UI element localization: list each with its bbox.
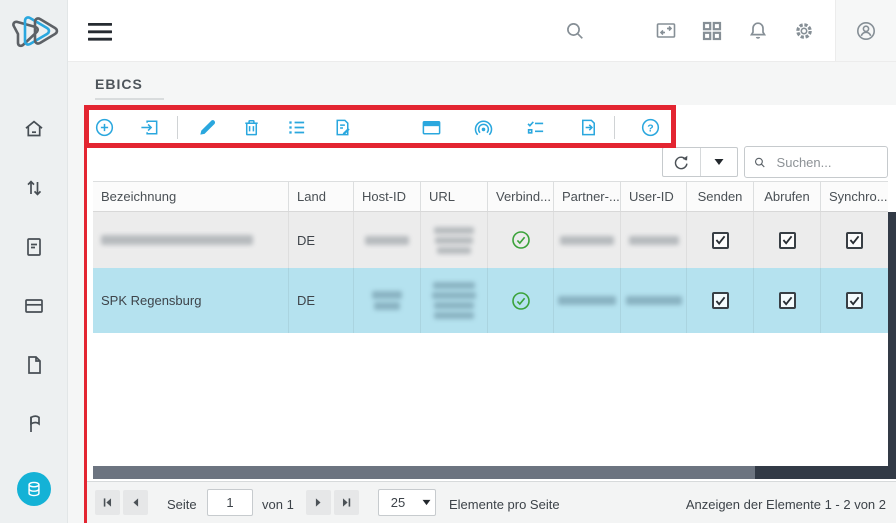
cell-synchronisieren[interactable] <box>820 268 888 333</box>
checkbox-checked-icon[interactable] <box>779 292 796 309</box>
settings-gear-icon[interactable] <box>792 19 816 43</box>
table-row[interactable]: DE <box>93 212 888 268</box>
sidebar-item-mandates[interactable] <box>22 412 46 436</box>
cell-land: DE <box>288 268 353 333</box>
sidebar-item-ebics-active[interactable] <box>17 472 51 506</box>
cell-senden[interactable] <box>686 212 753 268</box>
sidebar-item-files[interactable] <box>22 353 46 377</box>
next-page-button[interactable] <box>306 490 331 515</box>
sidebar-item-documents[interactable] <box>22 235 46 259</box>
page-label: Seite <box>167 497 197 512</box>
cell-url-redacted <box>420 268 487 333</box>
sidebar-item-transfers[interactable] <box>22 176 46 200</box>
cell-host-id-redacted <box>353 268 420 333</box>
chevron-down-icon <box>714 158 724 166</box>
cell-synchronisieren[interactable] <box>820 212 888 268</box>
cell-bezeichnung: SPK Regensburg <box>93 268 288 333</box>
previous-page-icon <box>129 496 142 509</box>
annotation-red-box <box>84 105 676 148</box>
cell-senden[interactable] <box>686 268 753 333</box>
annotation-red-line <box>84 148 87 523</box>
cell-user-id-redacted <box>620 212 686 268</box>
notifications-bell-icon[interactable] <box>746 19 770 43</box>
account-user-icon <box>854 19 878 43</box>
column-header-verbindung[interactable]: Verbind... <box>487 182 553 211</box>
column-header-host-id[interactable]: Host-ID <box>353 182 420 211</box>
horizontal-scrollbar-thumb[interactable] <box>93 466 755 479</box>
next-page-icon <box>312 496 325 509</box>
cell-user-id-redacted <box>620 268 686 333</box>
search-icon[interactable] <box>563 19 587 43</box>
page-number-input[interactable] <box>207 489 253 516</box>
cell-verbindung-status <box>487 268 553 333</box>
cell-verbindung-status <box>487 212 553 268</box>
checkbox-checked-icon[interactable] <box>846 232 863 249</box>
cell-url-redacted <box>420 212 487 268</box>
session-window-icon[interactable] <box>654 19 678 43</box>
column-header-url[interactable]: URL <box>420 182 487 211</box>
sidebar-item-home[interactable] <box>22 117 46 141</box>
column-header-synchro[interactable]: Synchro... <box>820 182 888 211</box>
transfer-arrows-icon <box>22 176 46 200</box>
last-page-icon <box>340 496 353 509</box>
vertical-scrollbar[interactable] <box>888 212 896 479</box>
cell-abrufen[interactable] <box>753 268 820 333</box>
cell-partner-id-redacted <box>553 268 620 333</box>
page-size-value: 25 <box>379 495 417 510</box>
refresh-split-button[interactable] <box>662 147 738 177</box>
horizontal-scrollbar-track[interactable] <box>755 466 896 479</box>
previous-page-button[interactable] <box>123 490 148 515</box>
pagination-summary: Anzeigen der Elemente 1 - 2 von 2 <box>686 497 886 512</box>
chevron-down-icon <box>417 499 435 506</box>
ebics-admin-window: EBICS <box>0 0 896 523</box>
checkbox-checked-icon[interactable] <box>779 232 796 249</box>
search-box[interactable] <box>744 146 888 178</box>
table-header-row: Bezeichnung Land Host-ID URL Verbind... … <box>93 181 888 212</box>
page-of-label: von 1 <box>262 497 294 512</box>
checkbox-checked-icon[interactable] <box>712 232 729 249</box>
cell-host-id-redacted <box>353 212 420 268</box>
refresh-options-button[interactable] <box>700 148 738 176</box>
refresh-icon <box>672 153 690 171</box>
page-title: EBICS <box>95 76 143 92</box>
per-page-label: Elemente pro Seite <box>449 497 560 512</box>
refresh-button[interactable] <box>663 148 700 176</box>
title-underline <box>95 98 164 100</box>
column-header-land[interactable]: Land <box>288 182 353 211</box>
status-ok-icon <box>511 291 531 311</box>
mandate-flag-icon <box>22 412 46 436</box>
column-header-bezeichnung[interactable]: Bezeichnung <box>93 182 288 211</box>
cell-abrufen[interactable] <box>753 212 820 268</box>
checkbox-checked-icon[interactable] <box>846 292 863 309</box>
account-section[interactable] <box>835 0 896 61</box>
database-icon <box>24 479 44 499</box>
checkbox-checked-icon[interactable] <box>712 292 729 309</box>
status-ok-icon <box>511 230 531 250</box>
document-lines-icon <box>22 235 46 259</box>
last-page-button[interactable] <box>334 490 359 515</box>
apps-grid-icon[interactable] <box>701 20 723 42</box>
cell-partner-id-redacted <box>553 212 620 268</box>
column-header-abrufen[interactable]: Abrufen <box>753 182 820 211</box>
search-input[interactable] <box>775 154 879 171</box>
table-row-selected[interactable]: SPK Regensburg DE <box>93 268 888 333</box>
sidebar-item-accounts[interactable] <box>22 294 46 318</box>
cell-land: DE <box>288 212 353 268</box>
first-page-button[interactable] <box>95 490 120 515</box>
top-header <box>68 0 896 62</box>
search-icon <box>753 154 767 171</box>
windata-triangles-logo[interactable] <box>8 8 60 58</box>
column-header-partner-id[interactable]: Partner-... <box>553 182 620 211</box>
page-size-select[interactable]: 25 <box>378 489 436 516</box>
hamburger-menu-icon[interactable] <box>88 22 114 42</box>
cell-bezeichnung-redacted <box>93 212 288 268</box>
bank-card-icon <box>22 294 46 318</box>
first-page-icon <box>101 496 114 509</box>
column-header-senden[interactable]: Senden <box>686 182 753 211</box>
home-icon <box>22 117 46 141</box>
sidebar <box>0 0 68 523</box>
document-icon <box>22 353 46 377</box>
column-header-user-id[interactable]: User-ID <box>620 182 686 211</box>
